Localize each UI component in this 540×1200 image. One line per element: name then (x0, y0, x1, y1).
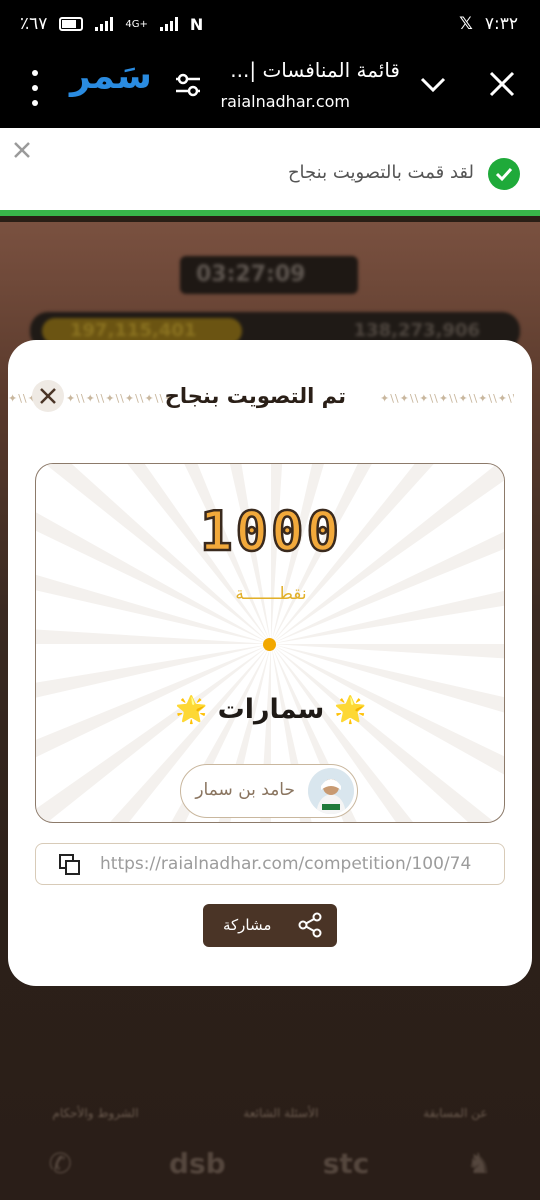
star-icon: 🌟 (334, 695, 367, 725)
separator-dot (263, 638, 276, 651)
bg-timer: 03:27:09 (180, 256, 358, 294)
bg-footer-links: الشروط والأحكام الأسئلة الشائعة عن المسا… (0, 1106, 540, 1120)
author-name: حامد بن سمار (195, 780, 295, 800)
header-ornament: ✦\\✦\\✦\\✦\\✦\\✦\\✦\\✦\\✦\\✦\\✦ (380, 392, 514, 405)
close-icon (40, 388, 56, 404)
site-settings-icon[interactable] (174, 72, 202, 98)
page-title: قائمة المنافسات |... (230, 58, 400, 82)
clock: ٧:٣٢ (484, 14, 518, 34)
bg-footer-link: الشروط والأحكام (52, 1106, 139, 1120)
vote-success-modal: ✦\\✦\\✦\\✦ ✦\\✦\\✦\\✦\\✦\\✦\\✦\\✦\\✦ ✦\\… (8, 340, 532, 986)
sunburst-ray (271, 644, 504, 659)
toast-message: لقد قمت بالتصويت بنجاح (287, 162, 474, 183)
contestant-row: 🌟 سمارات 🌟 (36, 694, 504, 725)
brand-logo: سَمر (70, 56, 152, 97)
x-app-icon: 𝕏 (459, 14, 473, 34)
browser-toolbar: سَمر قائمة المنافسات |... raialnadhar.co… (0, 50, 540, 128)
modal-header: ✦\\✦\\✦\\✦ ✦\\✦\\✦\\✦\\✦\\✦\\✦\\✦\\✦ ✦\\… (8, 370, 532, 426)
bg-sponsors: ✆ dsb stc ♞ (0, 1147, 540, 1180)
star-icon: 🌟 (175, 695, 208, 725)
toast-progress-fill (0, 210, 540, 216)
battery-icon (59, 17, 84, 31)
copy-icon[interactable] (58, 853, 82, 877)
battery-text: ٪٦٧ (20, 14, 48, 34)
network-type: 4G+ (125, 18, 148, 30)
bg-footer-link: عن المسابقة (423, 1106, 488, 1120)
contestant-name: سمارات (217, 694, 325, 725)
share-button-label: مشاركة (223, 916, 272, 934)
share-link-field[interactable]: https://raialnadhar.com/competition/100/… (35, 843, 505, 885)
bg-footer-link: الأسئلة الشائعة (243, 1106, 319, 1120)
share-button[interactable]: مشاركة (203, 904, 337, 947)
share-link-text: https://raialnadhar.com/competition/100/… (100, 854, 472, 874)
close-icon[interactable] (488, 70, 516, 98)
page-url[interactable]: raialnadhar.com (221, 92, 351, 111)
author-pill[interactable]: حامد بن سمار (180, 764, 358, 818)
toast-progress (0, 210, 540, 216)
more-menu-icon[interactable] (26, 70, 44, 106)
share-icon (298, 912, 322, 938)
bg-counter-right: 138,273,906 (353, 320, 480, 341)
toast-close-icon[interactable] (12, 140, 32, 160)
points-value: 1000 (199, 499, 343, 565)
whatsapp-icon: ✆ (48, 1147, 72, 1180)
modal-title: تم التصويت بنجاح (164, 384, 346, 408)
sunburst-ray (36, 629, 271, 644)
bg-sponsor: dsb (168, 1147, 226, 1180)
status-bar: ٪٦٧ 4G+ N 𝕏 ٧:٣٢ (0, 0, 540, 50)
nfc-icon: N (189, 14, 204, 34)
avatar (308, 768, 354, 814)
bg-counter-left: 197,115,401 (70, 320, 197, 341)
bg-sponsor: stc (322, 1147, 370, 1180)
camel-icon: ♞ (466, 1147, 492, 1180)
chevron-down-icon[interactable] (418, 72, 448, 96)
modal-close-button[interactable] (32, 380, 64, 412)
points-card: 1000 نقطـــــــة 🌟 سمارات 🌟 حامد بن سمار (35, 463, 505, 823)
signal-icon (95, 17, 114, 31)
success-toast: لقد قمت بالتصويت بنجاح (0, 128, 540, 216)
points-unit: نقطـــــــة (235, 584, 307, 604)
header-ornament: ✦\\✦\\✦\\✦\\✦\\✦\\✦\\✦\\✦ (66, 392, 170, 405)
signal-icon-2 (159, 17, 178, 31)
check-circle-icon (488, 158, 520, 190)
